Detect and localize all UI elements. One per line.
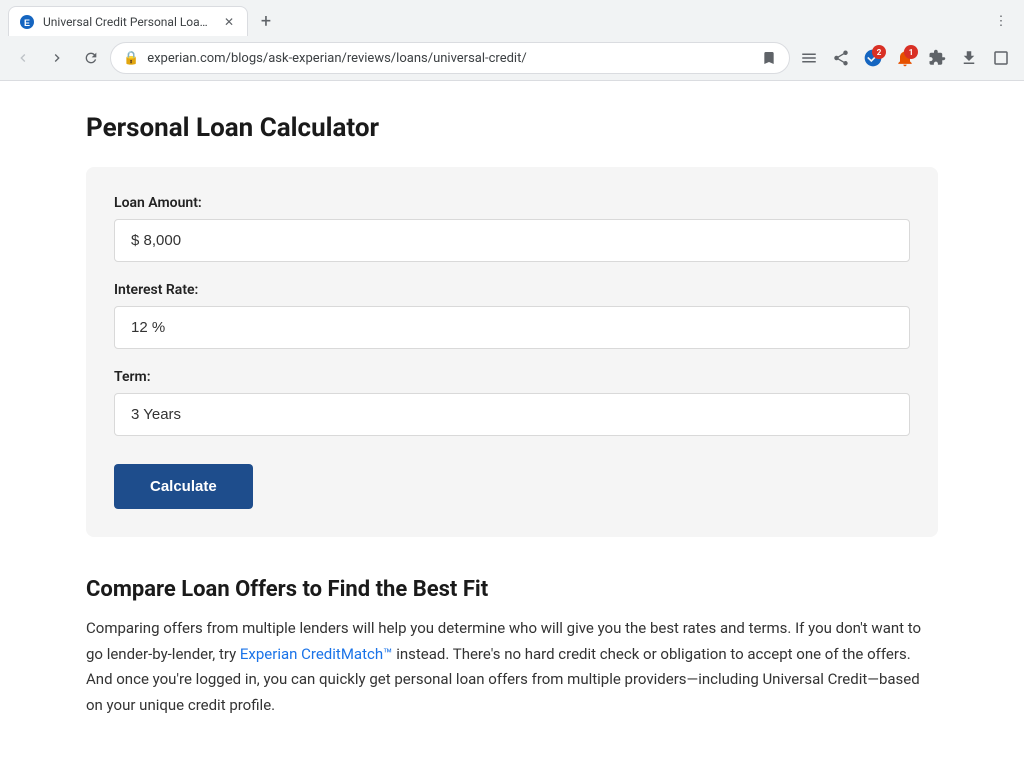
compare-section-title: Compare Loan Offers to Find the Best Fit xyxy=(86,577,938,602)
browser-chrome: E Universal Credit Personal Loan Re ✕ + … xyxy=(0,0,1024,81)
reload-button[interactable] xyxy=(76,43,106,73)
share-button[interactable] xyxy=(826,43,856,73)
window-controls[interactable]: ⋮ xyxy=(986,6,1016,36)
tab-close-button[interactable]: ✕ xyxy=(221,14,237,30)
back-button[interactable] xyxy=(8,43,38,73)
loan-amount-input[interactable] xyxy=(114,219,910,262)
term-label: Term: xyxy=(114,369,910,385)
forward-button[interactable] xyxy=(42,43,72,73)
window-button[interactable] xyxy=(986,43,1016,73)
interest-rate-label: Interest Rate: xyxy=(114,282,910,298)
new-tab-button[interactable]: + xyxy=(252,7,280,35)
nav-bar: 🔒 experian.com/blogs/ask-experian/review… xyxy=(0,36,1024,80)
compare-section: Compare Loan Offers to Find the Best Fit… xyxy=(86,577,938,718)
tab-title: Universal Credit Personal Loan Re xyxy=(43,15,213,29)
loan-amount-label: Loan Amount: xyxy=(114,195,910,211)
notifications-button[interactable]: 1 xyxy=(890,43,920,73)
credit-match-link[interactable]: Experian CreditMatch™ xyxy=(240,645,393,663)
active-tab[interactable]: E Universal Credit Personal Loan Re ✕ xyxy=(8,6,248,36)
compare-section-body: Comparing offers from multiple lenders w… xyxy=(86,616,938,718)
extensions-button[interactable] xyxy=(922,43,952,73)
tab-bar: E Universal Credit Personal Loan Re ✕ + … xyxy=(0,0,1024,36)
lock-icon: 🔒 xyxy=(123,51,139,66)
tab-favicon: E xyxy=(19,14,35,30)
calculator-card: Loan Amount: Interest Rate: Term: Calcul… xyxy=(86,167,938,537)
calculate-button[interactable]: Calculate xyxy=(114,464,253,509)
address-bar[interactable]: 🔒 experian.com/blogs/ask-experian/review… xyxy=(110,42,790,74)
term-input[interactable] xyxy=(114,393,910,436)
page-content: Personal Loan Calculator Loan Amount: In… xyxy=(62,81,962,750)
download-button[interactable] xyxy=(954,43,984,73)
profile-badge: 2 xyxy=(872,45,886,59)
url-text: experian.com/blogs/ask-experian/reviews/… xyxy=(147,51,753,66)
menu-button[interactable] xyxy=(794,43,824,73)
bookmark-icon[interactable] xyxy=(761,50,777,66)
notifications-badge: 1 xyxy=(904,45,918,59)
interest-rate-group: Interest Rate: xyxy=(114,282,910,349)
profile-button[interactable]: 2 xyxy=(858,43,888,73)
svg-text:E: E xyxy=(24,18,30,28)
term-group: Term: xyxy=(114,369,910,436)
interest-rate-input[interactable] xyxy=(114,306,910,349)
loan-amount-group: Loan Amount: xyxy=(114,195,910,262)
page-title: Personal Loan Calculator xyxy=(86,113,938,143)
toolbar-right: 2 1 xyxy=(794,43,1016,73)
